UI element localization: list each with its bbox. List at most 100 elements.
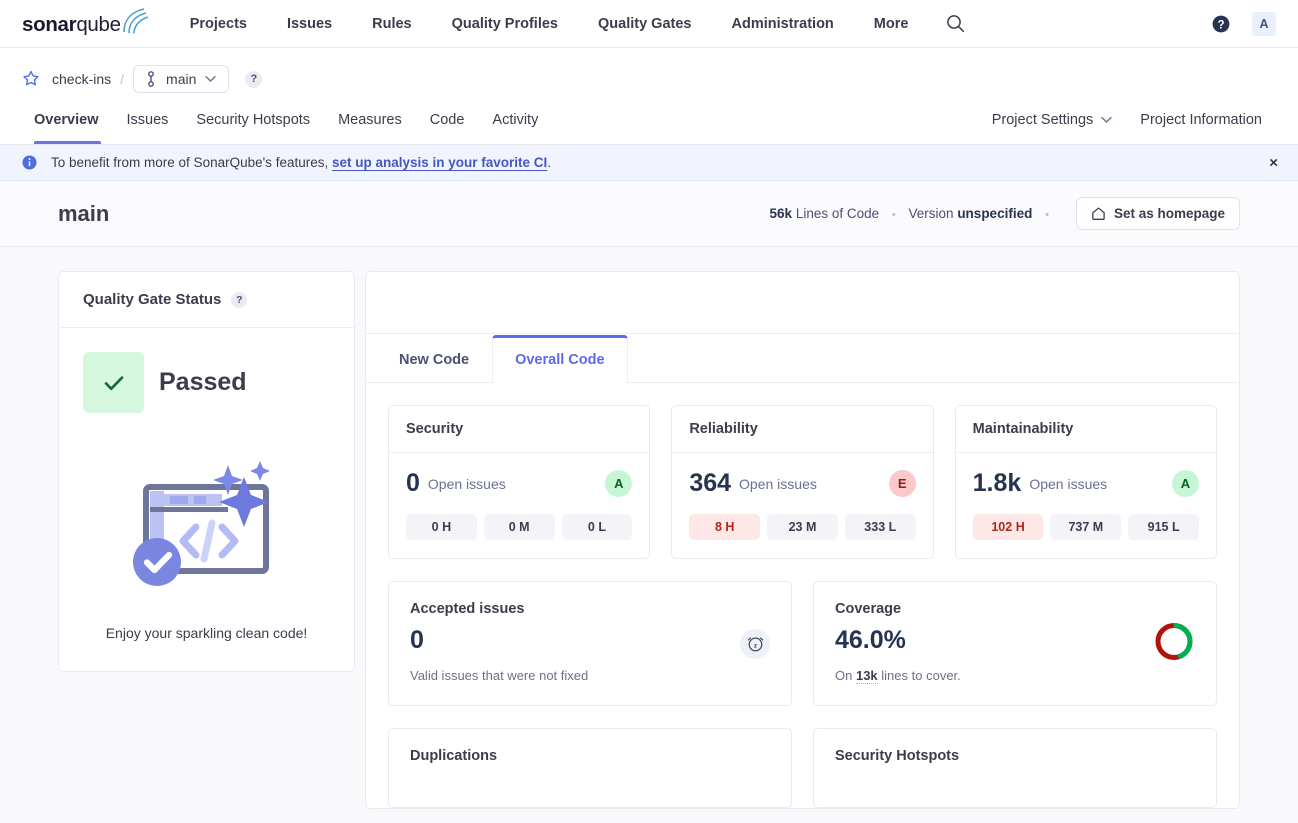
tab-overall-code[interactable]: Overall Code <box>492 335 628 383</box>
coverage-title[interactable]: Coverage <box>835 601 1195 617</box>
reliability-pill-high[interactable]: 8 H <box>689 514 761 540</box>
global-navigation-bar: sonarqube Projects Issues Rules Quality … <box>0 0 1298 48</box>
reliability-pill-low[interactable]: 333 L <box>844 514 916 540</box>
logo-text-bold: sonar <box>22 13 77 36</box>
set-as-homepage-label: Set as homepage <box>1113 206 1225 221</box>
security-open-issues-label[interactable]: Open issues <box>428 476 506 492</box>
nav-link-quality-profiles[interactable]: Quality Profiles <box>432 16 578 32</box>
maintainability-open-issues-label[interactable]: Open issues <box>1029 476 1107 492</box>
quality-gate-title: Quality Gate Status <box>83 291 222 308</box>
tab-code[interactable]: Code <box>416 96 479 144</box>
coverage-donut-chart <box>1153 620 1195 667</box>
reliability-severity-pills: 8 H 23 M 333 L <box>689 514 916 540</box>
svg-text:?: ? <box>1217 19 1224 31</box>
help-circle-icon[interactable]: ? <box>1212 15 1230 33</box>
duplications-card: Duplications <box>388 728 792 808</box>
reliability-rating-badge[interactable]: E <box>888 470 916 497</box>
branch-name: main <box>166 71 197 87</box>
sonarqube-logo[interactable]: sonarqube <box>22 8 152 37</box>
security-pill-low[interactable]: 0 L <box>561 514 633 540</box>
banner-ci-link[interactable]: set up analysis in your favorite CI <box>332 155 547 170</box>
reliability-open-issues-count[interactable]: 364 <box>689 469 731 498</box>
maintainability-pill-high[interactable]: 102 H <box>972 514 1044 540</box>
measures-body: Security 0 Open issues A 0 H 0 M 0 L Rel… <box>366 383 1239 808</box>
accepted-issues-title[interactable]: Accepted issues <box>410 601 770 617</box>
overview-content: Quality Gate Status ? Passed Enjoy your … <box>0 247 1298 809</box>
code-scope-tabs: New Code Overall Code <box>366 334 1239 383</box>
ci-analysis-banner: To benefit from more of SonarQube's feat… <box>0 145 1298 181</box>
project-information-link[interactable]: Project Information <box>1126 112 1276 128</box>
logo-text: sonarqube <box>22 13 121 37</box>
info-icon <box>22 155 37 170</box>
quality-gate-help-icon[interactable]: ? <box>231 291 248 308</box>
nav-link-more[interactable]: More <box>854 16 929 32</box>
nav-link-administration[interactable]: Administration <box>711 16 853 32</box>
project-settings-label: Project Settings <box>991 112 1094 128</box>
tab-measures[interactable]: Measures <box>324 96 416 144</box>
nav-link-projects[interactable]: Projects <box>190 16 267 32</box>
project-settings-menu[interactable]: Project Settings <box>978 112 1127 128</box>
reliability-pill-medium[interactable]: 23 M <box>767 514 838 540</box>
version-label: Version <box>908 206 954 221</box>
banner-text-before: To benefit from more of SonarQube's feat… <box>51 155 332 170</box>
close-icon[interactable]: × <box>1269 155 1278 170</box>
quality-gate-footer-text: Enjoy your sparkling clean code! <box>105 625 308 641</box>
lines-of-code-label: Lines of Code <box>795 206 880 221</box>
logo-text-light: qube <box>76 13 121 36</box>
branch-icon <box>148 71 154 87</box>
search-icon[interactable] <box>946 14 965 33</box>
nav-link-rules[interactable]: Rules <box>352 16 432 32</box>
security-pill-medium[interactable]: 0 M <box>483 514 555 540</box>
page-title: main <box>58 200 110 226</box>
maintainability-open-issues-count[interactable]: 1.8k <box>973 469 1022 498</box>
accepted-issues-value[interactable]: 0 <box>410 626 770 655</box>
status-badge: Passed <box>159 368 247 396</box>
duplications-title[interactable]: Duplications <box>410 748 770 764</box>
breadcrumb-project-link[interactable]: check-ins <box>52 71 111 87</box>
reliability-open-issues-label[interactable]: Open issues <box>739 476 817 492</box>
breadcrumb: check-ins / main ? <box>0 48 1298 96</box>
maintainability-rating-badge[interactable]: A <box>1171 470 1199 497</box>
coverage-subtitle: On 13k lines to cover. <box>835 668 1195 684</box>
maintainability-pill-medium[interactable]: 737 M <box>1050 514 1122 540</box>
secondary-card-row: Accepted issues 0 Valid issues that were… <box>388 581 1217 706</box>
metric-body-reliability: 364 Open issues E 8 H 23 M 333 L <box>672 453 932 558</box>
coverage-sub-prefix: On <box>835 668 856 683</box>
project-context-nav: check-ins / main ? Overview Issues Secur… <box>0 48 1298 145</box>
project-header: main 56k Lines of Code • Version unspeci… <box>0 181 1298 247</box>
security-open-issues-count[interactable]: 0 <box>406 469 420 498</box>
tab-activity[interactable]: Activity <box>478 96 552 144</box>
tab-issues[interactable]: Issues <box>113 96 183 144</box>
logo-waves-icon <box>122 8 149 34</box>
maintainability-severity-pills: 102 H 737 M 915 L <box>972 514 1199 540</box>
coverage-value[interactable]: 46.0% <box>835 626 1195 655</box>
clean-code-illustration <box>83 445 330 595</box>
nav-link-issues[interactable]: Issues <box>267 16 352 32</box>
branch-selector[interactable]: main <box>133 65 230 93</box>
security-rating-badge[interactable]: A <box>605 470 633 497</box>
quality-gate-header: Quality Gate Status ? <box>59 272 354 328</box>
set-as-homepage-button[interactable]: Set as homepage <box>1075 197 1240 230</box>
security-pill-high[interactable]: 0 H <box>406 514 477 540</box>
tab-overview[interactable]: Overview <box>22 96 113 144</box>
star-outline-icon[interactable] <box>22 70 40 88</box>
maintainability-pill-low[interactable]: 915 L <box>1128 514 1199 540</box>
quality-gate-panel: Quality Gate Status ? Passed Enjoy your … <box>58 271 355 672</box>
tab-security-hotspots[interactable]: Security Hotspots <box>182 96 324 144</box>
check-icon <box>83 352 144 413</box>
security-hotspots-card: Security Hotspots <box>813 728 1217 808</box>
metric-title-maintainability[interactable]: Maintainability <box>955 406 1216 453</box>
avatar[interactable]: A <box>1252 11 1276 36</box>
nav-link-quality-gates[interactable]: Quality Gates <box>578 16 711 32</box>
metric-title-security[interactable]: Security <box>389 406 650 453</box>
lines-of-code-value: 56k <box>769 206 793 221</box>
coverage-lines-to-cover[interactable]: 13k <box>855 668 878 684</box>
metric-title-reliability[interactable]: Reliability <box>672 406 933 453</box>
security-hotspots-title[interactable]: Security Hotspots <box>835 748 1195 764</box>
metric-top-row: 0 Open issues A <box>406 469 633 498</box>
project-information-label: Project Information <box>1140 112 1262 128</box>
tertiary-card-row: Duplications Security Hotspots <box>388 728 1217 808</box>
tab-new-code[interactable]: New Code <box>376 335 492 383</box>
branch-help-icon[interactable]: ? <box>245 70 263 88</box>
quality-gate-status: Passed <box>83 352 330 413</box>
